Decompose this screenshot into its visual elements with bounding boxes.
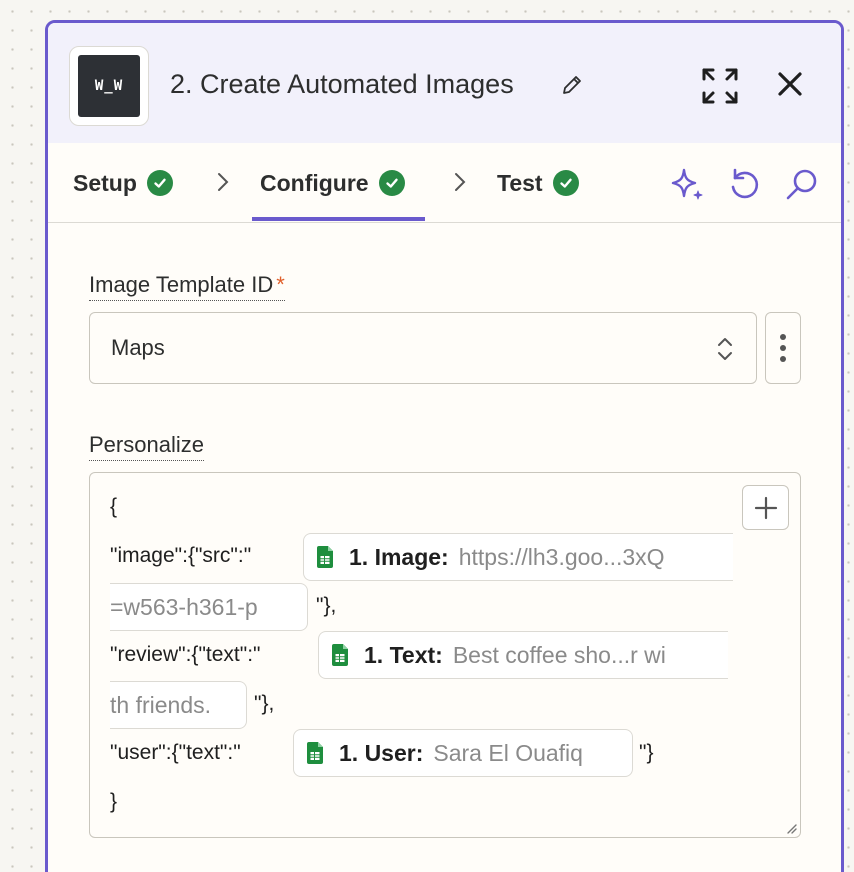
code-close-brace: } <box>110 790 118 813</box>
google-sheets-icon <box>332 644 348 666</box>
expand-icon[interactable] <box>701 67 739 105</box>
pill-image-value-end: =w563-h361-p <box>110 593 258 620</box>
data-pill-user[interactable]: 1. User: Sara El Ouafiq <box>293 729 633 777</box>
check-circle-icon <box>146 170 173 196</box>
tab-setup-label: Setup <box>73 169 137 196</box>
step-tabs: Setup Configure Test <box>48 143 841 223</box>
field-options-button[interactable] <box>765 312 801 384</box>
tab-setup[interactable]: Setup <box>73 143 173 223</box>
template-select-value: Maps <box>111 335 165 360</box>
field-label-template-text: Image Template ID <box>89 272 274 297</box>
data-pill-image-cont[interactable]: =w563-h361-p <box>110 583 308 631</box>
data-pill-image[interactable]: 1. Image: https://lh3.goo...3xQ <box>303 533 733 581</box>
pill-text-key: 1. Text: <box>364 641 443 668</box>
tab-configure-label: Configure <box>260 169 369 196</box>
code-review-suffix: "}, <box>254 692 275 715</box>
chevron-right-icon <box>455 173 466 191</box>
chevron-up-down-icon <box>718 338 732 360</box>
google-sheets-icon <box>317 546 333 568</box>
code-review-prefix: "review":{"text":" <box>110 643 261 666</box>
pill-image-key: 1. Image: <box>349 543 449 570</box>
pill-image-value-start: https://lh3.goo...3xQ <box>458 543 665 570</box>
field-label-template: Image Template ID * <box>89 272 285 301</box>
code-user-suffix: "} <box>639 741 654 764</box>
app-logo: W_W <box>69 46 149 126</box>
code-open-brace: { <box>110 495 118 518</box>
step-title: 2. Create Automated Images <box>170 69 514 99</box>
data-pill-text[interactable]: 1. Text: Best coffee sho...r wi <box>318 631 728 679</box>
tab-test[interactable]: Test <box>497 143 579 223</box>
template-select[interactable]: Maps <box>89 312 757 384</box>
tab-test-label: Test <box>497 169 543 196</box>
code-user-prefix: "user":{"text":" <box>110 741 241 764</box>
chevron-right-icon <box>218 173 229 191</box>
close-icon[interactable] <box>775 69 805 99</box>
pill-user-value: Sara El Ouafiq <box>433 739 583 766</box>
step-editor-panel: W_W 2. Create Automated Images Setup Con… <box>45 20 844 872</box>
google-sheets-icon <box>307 742 323 764</box>
field-label-personalize: Personalize <box>89 432 204 461</box>
code-image-suffix: "}, <box>316 594 337 617</box>
plus-icon <box>754 496 777 519</box>
pill-user-key: 1. User: <box>339 739 424 766</box>
app-logo-mark: W_W <box>78 55 140 117</box>
more-vertical-icon <box>780 334 786 340</box>
pencil-icon[interactable] <box>560 73 584 97</box>
required-mark: * <box>276 272 285 297</box>
check-circle-icon <box>378 170 405 196</box>
data-pill-text-cont[interactable]: th friends. <box>110 681 247 729</box>
insert-data-button[interactable] <box>742 485 789 530</box>
personalize-editor[interactable]: { "image":{"src":" 1. Image: https://lh3… <box>89 472 801 838</box>
undo-icon[interactable] <box>725 165 763 203</box>
resize-handle-icon[interactable] <box>785 822 797 834</box>
step-header: W_W 2. Create Automated Images <box>48 23 841 143</box>
search-icon[interactable] <box>783 165 821 203</box>
tab-configure[interactable]: Configure <box>260 143 405 223</box>
ai-sparkle-icon[interactable] <box>668 165 706 203</box>
active-tab-indicator <box>252 217 425 221</box>
pill-text-value-end: th friends. <box>110 691 211 718</box>
code-image-prefix: "image":{"src":" <box>110 544 252 567</box>
check-circle-icon <box>552 170 579 196</box>
pill-text-value-start: Best coffee sho...r wi <box>452 641 666 668</box>
